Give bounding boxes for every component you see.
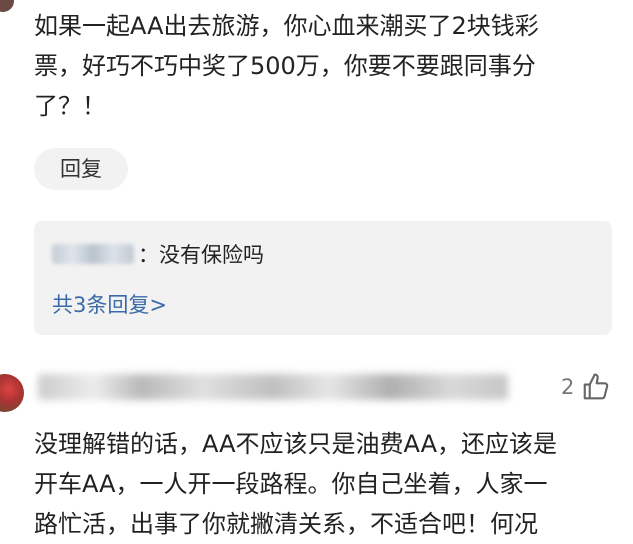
avatar[interactable] (0, 374, 24, 412)
comment-text: 没理解错的话，AA不应该只是油费AA，还应该是 开车AA，一人开一段路程。你自己… (34, 424, 619, 544)
comment-line: 票，好巧不巧中奖了500万，你要不要跟同事分 (34, 52, 536, 80)
reply-preview-text: ：没有保险吗 (138, 243, 264, 267)
comment-text: 如果一起AA出去旅游，你心血来潮买了2块钱彩 票，好巧不巧中奖了500万，你要不… (34, 6, 614, 126)
blurred-username[interactable] (52, 244, 134, 264)
avatar[interactable] (0, 0, 14, 12)
comment-line: 没理解错的话，AA不应该只是油费AA，还应该是 (34, 430, 558, 458)
reply-preview-box[interactable]: ：没有保险吗 共3条回复> (34, 221, 612, 335)
comment-line: 路忙活，出事了你就撇清关系，不适合吧！何况 (34, 510, 538, 538)
view-more-replies-link[interactable]: 共3条回复> (52, 289, 167, 319)
like-count: 2 (561, 375, 575, 399)
comment-line: 开车AA，一人开一段路程。你自己坐着，人家一 (34, 470, 548, 498)
comment-line: 了？！ (34, 92, 106, 120)
blurred-comment-header (38, 374, 508, 400)
comment-line: 如果一起AA出去旅游，你心血来潮买了2块钱彩 (34, 12, 539, 40)
reply-preview-line: ：没有保险吗 (52, 239, 264, 269)
reply-button[interactable]: 回复 (34, 148, 128, 190)
thumbs-up-icon[interactable] (581, 372, 611, 402)
